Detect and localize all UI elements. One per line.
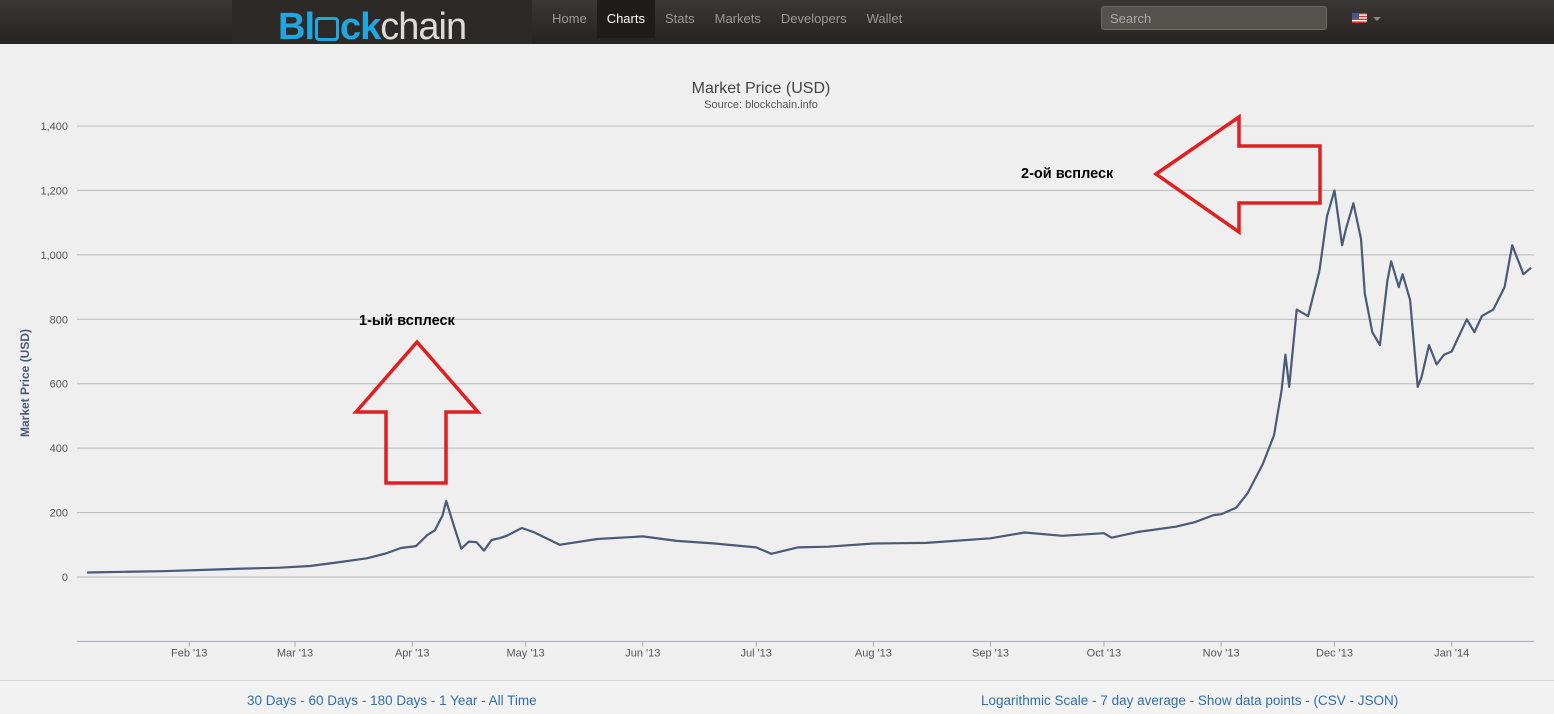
y-tick-label: 800 <box>50 314 68 326</box>
x-tick-label: Dec '13 <box>1316 647 1353 659</box>
annotation-second-spike: 2-ой всплеск <box>1021 166 1114 182</box>
x-tick-label: Jul '13 <box>740 647 771 659</box>
x-tick-label: Feb '13 <box>171 647 207 659</box>
x-tick-label: Jun '13 <box>625 647 660 659</box>
chart-options: Logarithmic Scale - 7 day average - Show… <box>981 693 1399 708</box>
y-tick-label: 1,000 <box>40 250 68 262</box>
x-tick-label: Apr '13 <box>395 647 430 659</box>
x-tick-label: Aug '13 <box>855 647 892 659</box>
arrow-up-icon <box>352 339 482 485</box>
range-180-days[interactable]: 180 Days <box>370 693 427 708</box>
y-tick-label: 400 <box>50 443 68 455</box>
arrow-left-icon <box>1152 113 1322 236</box>
x-tick-label: Nov '13 <box>1203 647 1240 659</box>
x-tick-label: Sep '13 <box>972 647 1009 659</box>
range-1-year[interactable]: 1 Year <box>439 693 477 708</box>
y-tick-label: 1,200 <box>40 185 68 197</box>
y-tick-label: 600 <box>50 379 68 391</box>
y-tick-label: 1,400 <box>40 121 68 133</box>
chart-footer: 30 Days - 60 Days - 180 Days - 1 Year - … <box>0 680 1554 714</box>
price-chart: 0 200 400 600 800 1,000 1,200 1,400 Feb '13 Mar … <box>18 113 1534 659</box>
range-all-time[interactable]: All Time <box>489 693 537 708</box>
y-tick-label: 0 <box>62 572 68 584</box>
show-data-points-link[interactable]: Show data points <box>1198 693 1302 708</box>
x-tick-label: Oct '13 <box>1087 647 1122 659</box>
json-export-link[interactable]: JSON <box>1358 693 1394 708</box>
time-range-links: 30 Days - 60 Days - 180 Days - 1 Year - … <box>247 693 537 708</box>
logarithmic-scale-link[interactable]: Logarithmic Scale <box>981 693 1088 708</box>
x-tick-label: May '13 <box>507 647 545 659</box>
y-axis-label: Market Price (USD) <box>18 329 32 437</box>
price-series-line <box>87 189 1532 574</box>
csv-export-link[interactable]: CSV <box>1318 693 1346 708</box>
y-tick-label: 200 <box>50 508 68 520</box>
seven-day-average-link[interactable]: 7 day average <box>1100 693 1186 708</box>
range-30-days[interactable]: 30 Days <box>247 693 297 708</box>
range-60-days[interactable]: 60 Days <box>309 693 359 708</box>
x-tick-label: Mar '13 <box>277 647 313 659</box>
x-tick-label: Jan '14 <box>1434 647 1469 659</box>
annotation-first-spike: 1-ый всплеск <box>359 313 455 329</box>
